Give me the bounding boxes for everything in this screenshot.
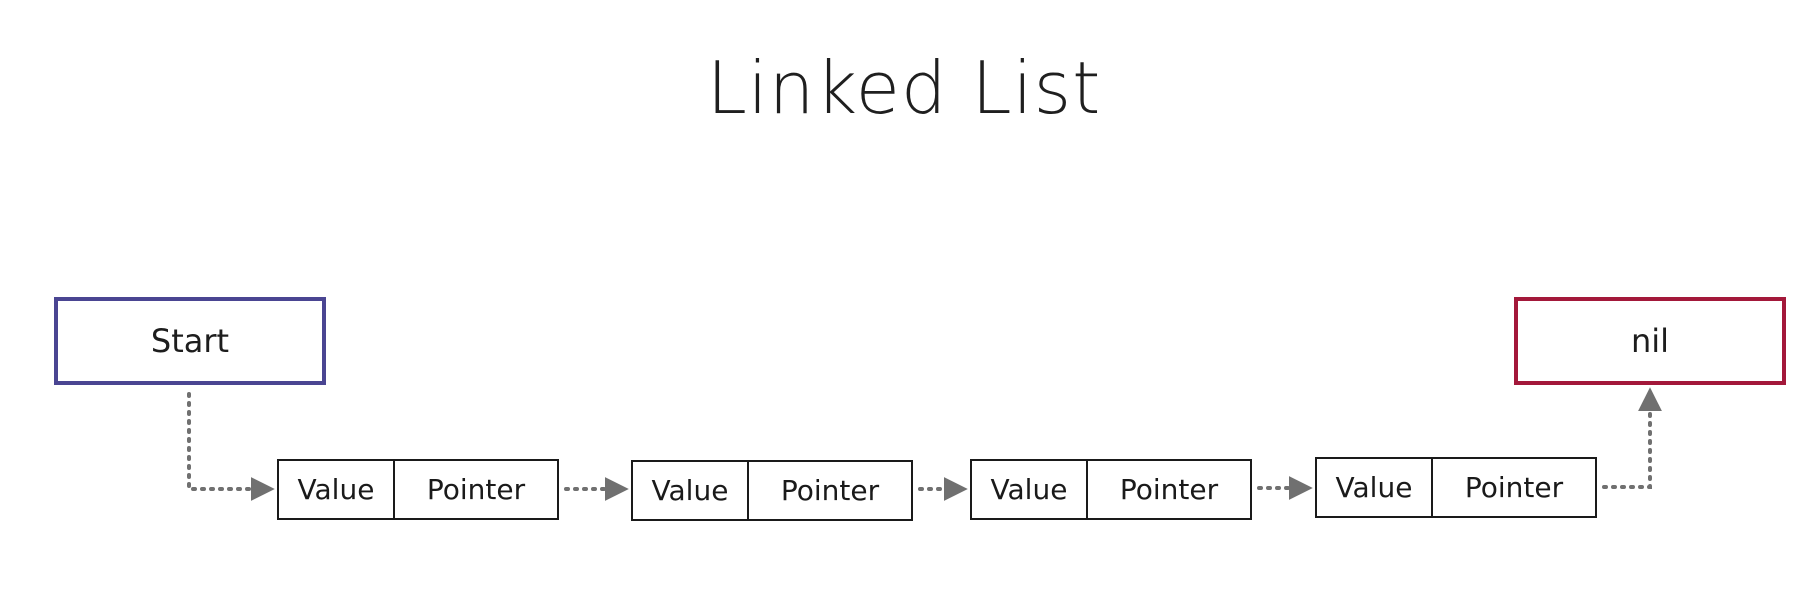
node4-to-nil-arrow <box>1602 387 1662 489</box>
start-to-node1-arrow <box>187 392 275 501</box>
connector-layer <box>187 387 1662 501</box>
